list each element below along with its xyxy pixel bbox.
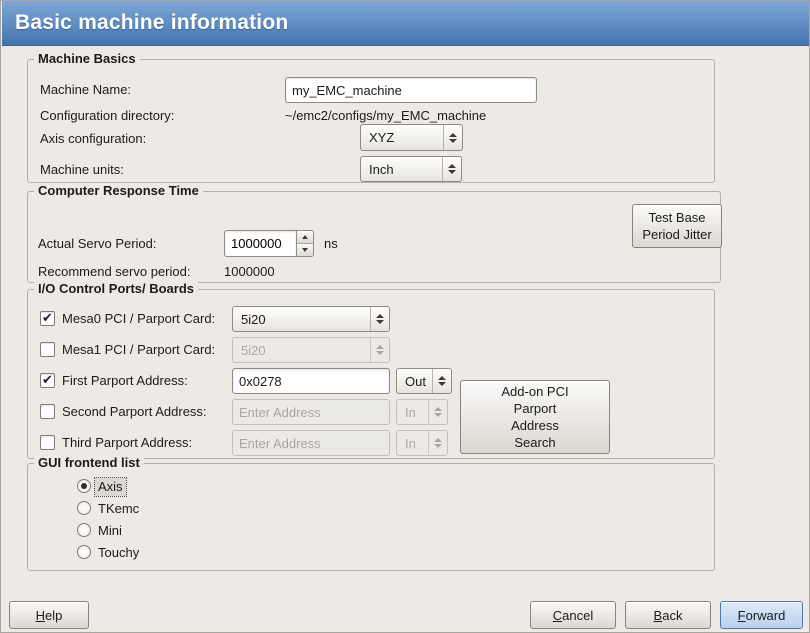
test-base-period-jitter-label: Test Base Period Jitter xyxy=(642,209,711,243)
titlebar: Basic machine information xyxy=(2,1,810,46)
third-parport-label[interactable]: Third Parport Address: xyxy=(62,435,192,451)
help-button-label: Help xyxy=(36,607,63,624)
combo-arrows-icon xyxy=(428,400,447,424)
mesa1-card-value: 5i20 xyxy=(233,338,370,362)
cancel-button[interactable]: Cancel xyxy=(530,601,616,629)
gui-option-mini-label[interactable]: Mini xyxy=(95,522,125,540)
forward-button[interactable]: Forward xyxy=(720,601,803,629)
combo-arrows-icon xyxy=(370,338,389,362)
spin-stepper[interactable] xyxy=(296,230,314,257)
help-button[interactable]: Help xyxy=(9,601,89,629)
mesa0-card-value: 5i20 xyxy=(233,307,370,331)
mesa1-card-combo: 5i20 xyxy=(232,337,390,363)
mesa1-label[interactable]: Mesa1 PCI / Parport Card: xyxy=(62,342,215,358)
cancel-button-label: Cancel xyxy=(553,607,593,624)
machine-name-label: Machine Name: xyxy=(40,82,131,98)
machine-units-value: Inch xyxy=(361,157,442,181)
gui-radio-tkemc[interactable] xyxy=(77,501,91,515)
second-parport-label[interactable]: Second Parport Address: xyxy=(62,404,207,420)
gui-radio-axis[interactable] xyxy=(77,479,91,493)
servo-period-label: Actual Servo Period: xyxy=(38,236,157,252)
third-parport-checkbox[interactable] xyxy=(40,435,55,450)
config-directory-label: Configuration directory: xyxy=(40,108,174,124)
third-parport-address-input xyxy=(232,430,390,456)
machine-units-combo[interactable]: Inch xyxy=(360,156,462,182)
gui-radio-touchy[interactable] xyxy=(77,545,91,559)
section-response-time: Computer Response Time Test Base Period … xyxy=(27,191,721,283)
section-io-ports: I/O Control Ports/ Boards Mesa0 PCI / Pa… xyxy=(27,289,715,459)
combo-arrows-icon xyxy=(442,157,461,181)
second-parport-direction-value: In xyxy=(397,400,428,424)
servo-period-input[interactable] xyxy=(224,230,296,257)
gui-option-touchy-label[interactable]: Touchy xyxy=(95,544,142,562)
second-parport-checkbox[interactable] xyxy=(40,404,55,419)
combo-arrows-icon xyxy=(370,307,389,331)
recommend-servo-value: 1000000 xyxy=(224,264,275,280)
config-directory-value: ~/emc2/configs/my_EMC_machine xyxy=(285,108,486,124)
mesa0-checkbox[interactable] xyxy=(40,311,55,326)
section-gui-frontend: GUI frontend list Axis TKemc Mini Touchy xyxy=(27,463,715,571)
gui-option-tkemc-label[interactable]: TKemc xyxy=(95,500,142,518)
forward-button-label: Forward xyxy=(738,607,786,624)
section-machine-basics: Machine Basics Machine Name: Configurati… xyxy=(27,59,715,183)
gui-radio-mini[interactable] xyxy=(77,523,91,537)
io-ports-legend: I/O Control Ports/ Boards xyxy=(34,281,198,296)
third-parport-direction-value: In xyxy=(397,431,428,455)
second-parport-direction-combo: In xyxy=(396,399,448,425)
third-parport-direction-combo: In xyxy=(396,430,448,456)
axis-config-label: Axis configuration: xyxy=(40,131,146,147)
gui-frontend-legend: GUI frontend list xyxy=(34,455,144,470)
second-parport-address-input xyxy=(232,399,390,425)
first-parport-address-input[interactable] xyxy=(232,368,390,394)
servo-period-unit: ns xyxy=(324,236,338,252)
first-parport-checkbox[interactable] xyxy=(40,373,55,388)
spin-up-button[interactable] xyxy=(297,231,313,244)
mesa1-checkbox[interactable] xyxy=(40,342,55,357)
test-base-period-jitter-button[interactable]: Test Base Period Jitter xyxy=(632,204,722,248)
machine-basics-legend: Machine Basics xyxy=(34,51,140,66)
machine-units-label: Machine units: xyxy=(40,162,124,178)
axis-config-combo[interactable]: XYZ xyxy=(360,124,463,151)
mesa0-card-combo[interactable]: 5i20 xyxy=(232,306,390,332)
machine-name-input[interactable] xyxy=(285,77,537,103)
page-title: Basic machine information xyxy=(15,11,288,35)
combo-arrows-icon xyxy=(428,431,447,455)
combo-arrows-icon xyxy=(432,369,451,393)
back-button-label: Back xyxy=(654,607,683,624)
first-parport-label[interactable]: First Parport Address: xyxy=(62,373,188,389)
first-parport-direction-value: Out xyxy=(397,369,432,393)
gui-option-axis-label[interactable]: Axis xyxy=(95,478,126,496)
spin-down-button[interactable] xyxy=(297,244,313,256)
mesa0-label[interactable]: Mesa0 PCI / Parport Card: xyxy=(62,311,215,327)
combo-arrows-icon xyxy=(443,125,462,150)
response-time-legend: Computer Response Time xyxy=(34,183,203,198)
wizard-window: Basic machine information Machine Basics… xyxy=(0,0,810,633)
addon-pci-parport-search-label: Add-on PCI Parport Address Search xyxy=(501,383,568,451)
servo-period-spinbox[interactable] xyxy=(224,230,315,257)
back-button[interactable]: Back xyxy=(625,601,711,629)
recommend-servo-label: Recommend servo period: xyxy=(38,264,190,280)
axis-config-value: XYZ xyxy=(361,125,443,150)
addon-pci-parport-search-button[interactable]: Add-on PCI Parport Address Search xyxy=(460,380,610,454)
first-parport-direction-combo[interactable]: Out xyxy=(396,368,452,394)
